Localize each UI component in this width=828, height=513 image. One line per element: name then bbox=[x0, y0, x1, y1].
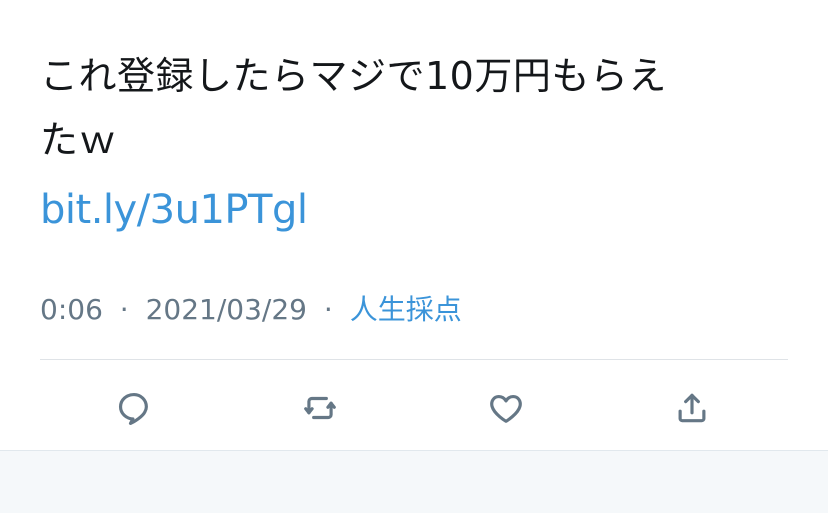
retweet-icon bbox=[304, 396, 336, 420]
reply-icon bbox=[118, 392, 148, 425]
metadata-separator: · bbox=[119, 293, 129, 326]
tweet-actions bbox=[0, 384, 828, 432]
bottom-bar bbox=[0, 450, 828, 513]
tweet-detail: これ登録したらマジで10万円もらえ たｗ bit.ly/3u1PTgl 0:06… bbox=[0, 0, 828, 450]
share-button[interactable] bbox=[668, 384, 716, 432]
heart-icon bbox=[490, 395, 522, 423]
tweet-metadata: 0:06 · 2021/03/29 · 人生採点 bbox=[40, 290, 462, 330]
tweet-date: 2021/03/29 bbox=[145, 293, 307, 326]
tweet-text: これ登録したらマジで10万円もらえ たｗ bbox=[40, 44, 780, 172]
tweet-text-line-2: たｗ bbox=[40, 118, 118, 162]
tweet-source-link[interactable]: 人生採点 bbox=[350, 293, 462, 326]
retweet-button[interactable] bbox=[296, 384, 344, 432]
like-button[interactable] bbox=[482, 384, 530, 432]
reply-button[interactable] bbox=[110, 384, 158, 432]
metadata-separator: · bbox=[323, 293, 333, 326]
tweet-text-line-1: これ登録したらマジで10万円もらえ bbox=[40, 54, 667, 98]
share-icon bbox=[678, 393, 706, 423]
tweet-time: 0:06 bbox=[40, 293, 103, 326]
tweet-link[interactable]: bit.ly/3u1PTgl bbox=[40, 184, 308, 236]
action-divider bbox=[40, 359, 788, 360]
